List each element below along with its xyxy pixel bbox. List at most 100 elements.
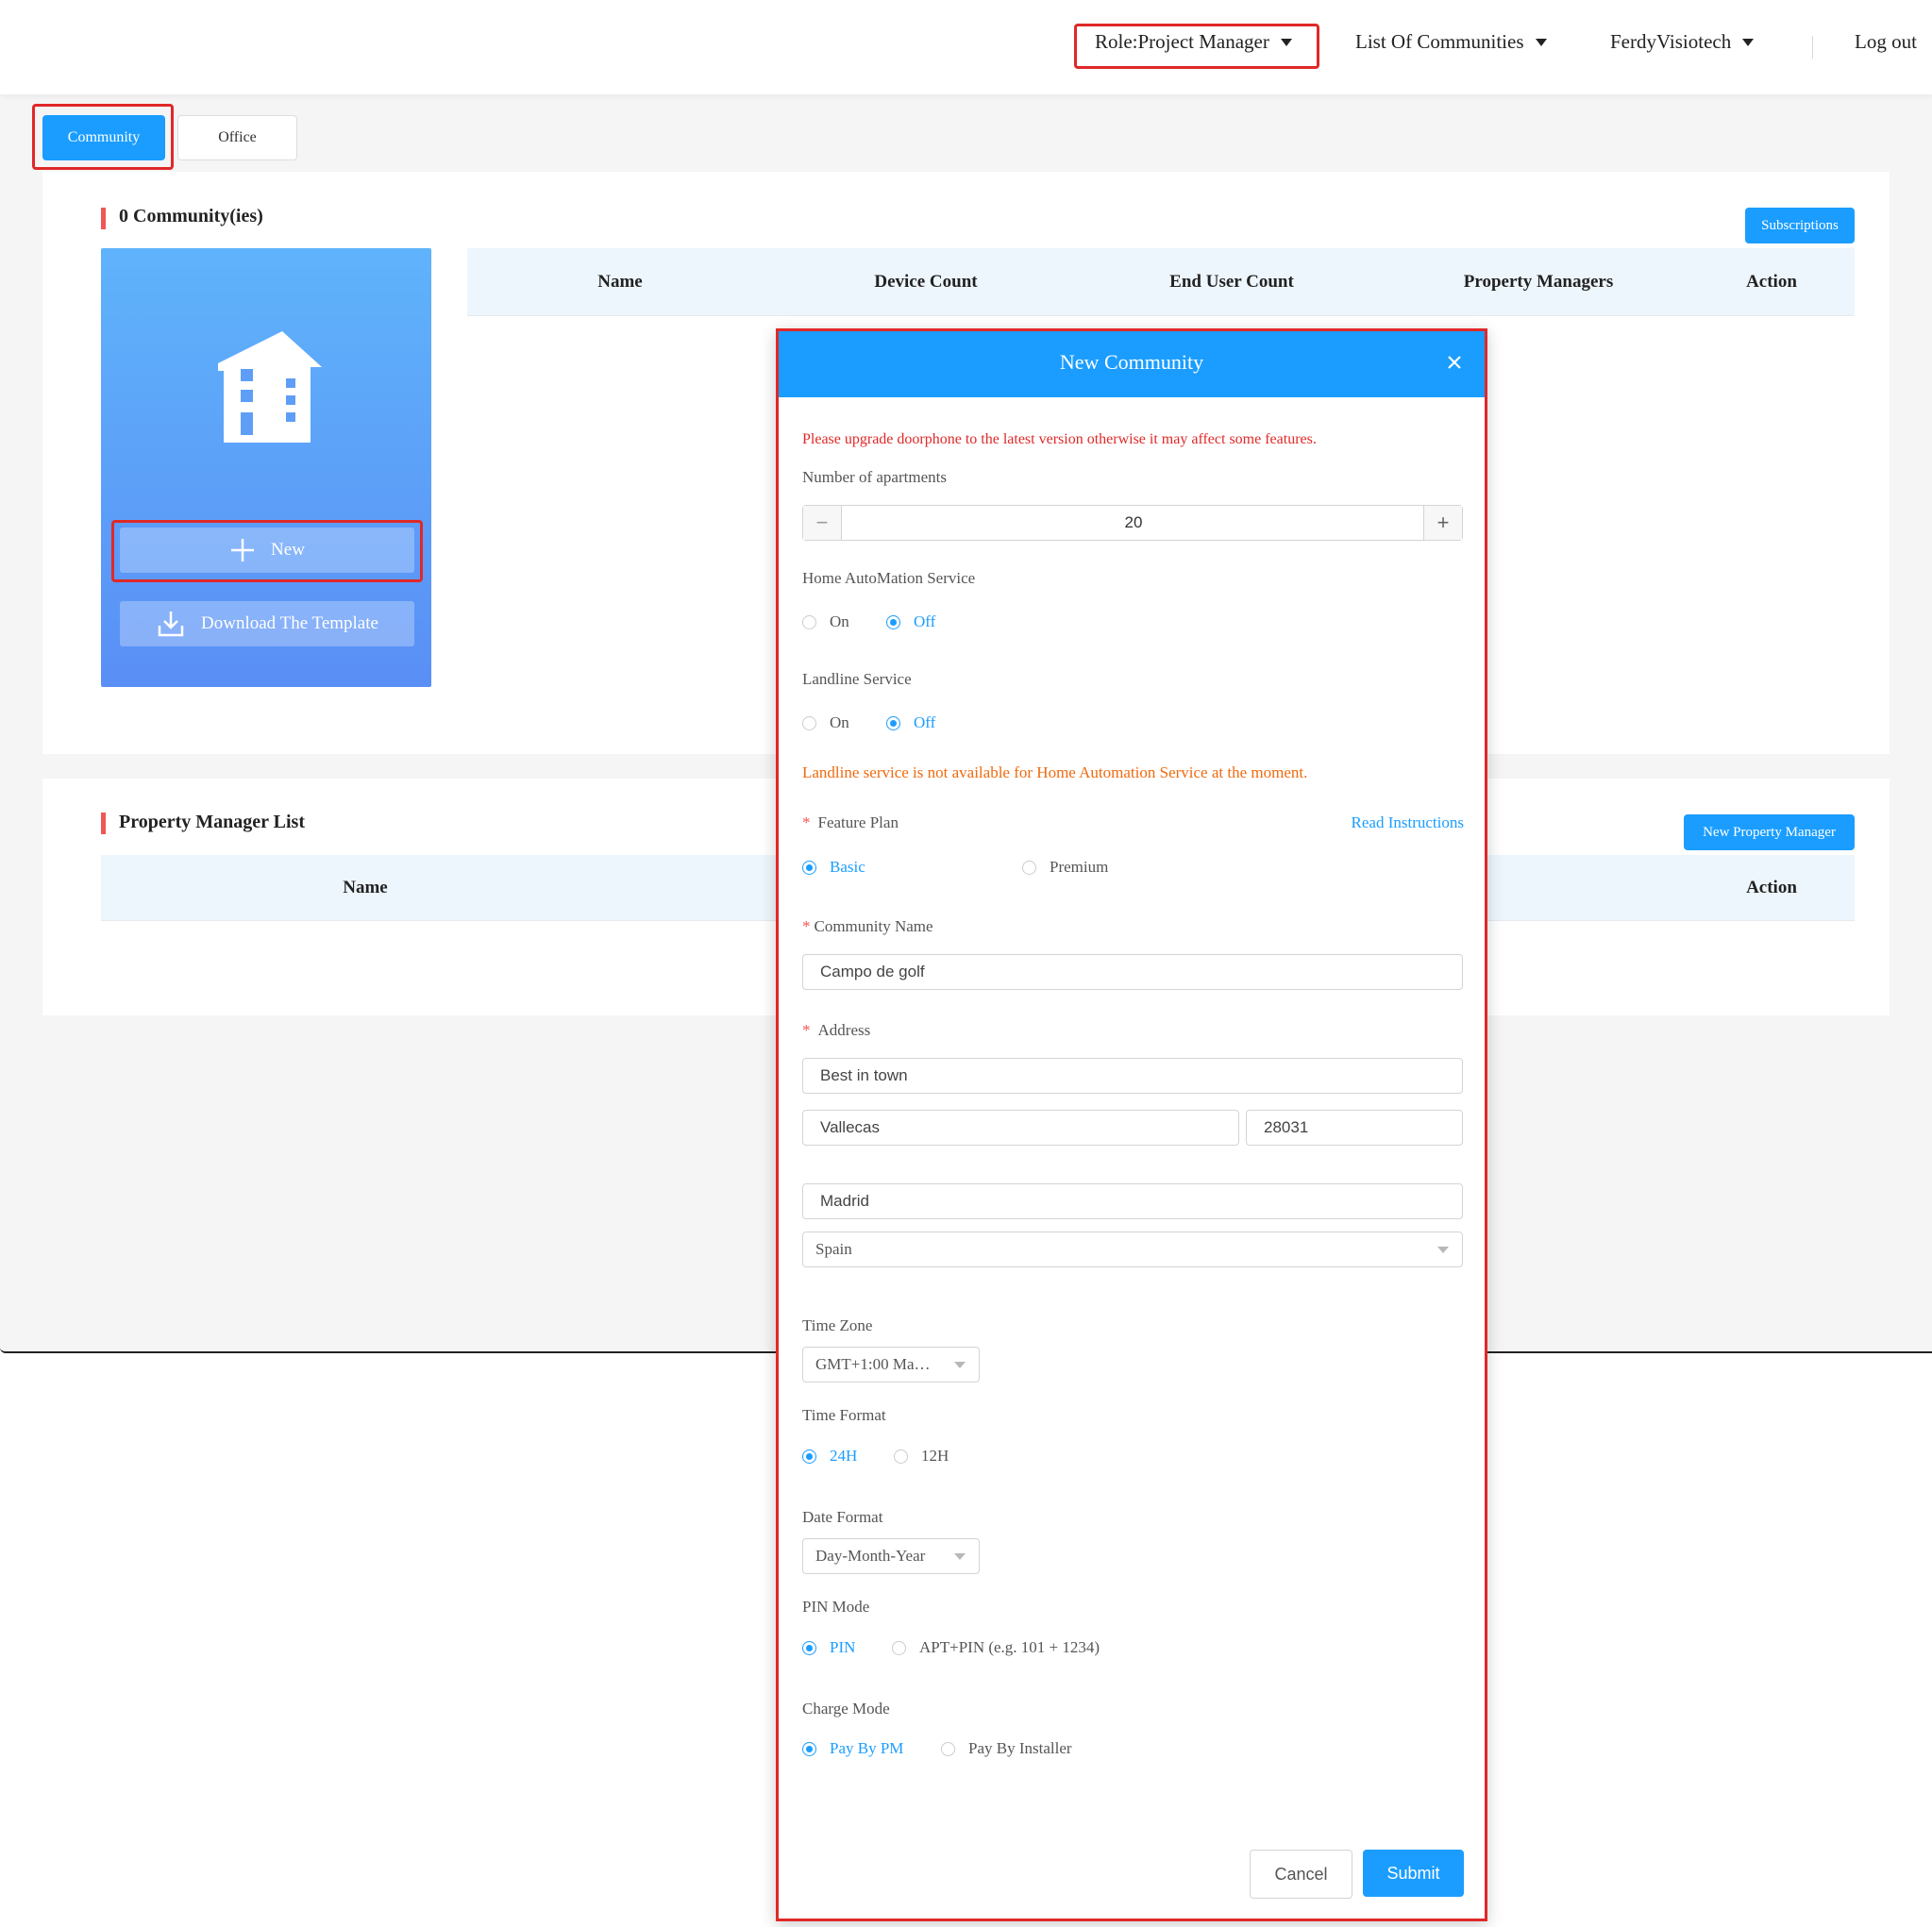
radio-circle (894, 1449, 908, 1464)
download-template-button[interactable]: Download The Template (120, 601, 414, 646)
new-community-card: New Download The Template (101, 248, 431, 687)
address-label: * Address (802, 1021, 870, 1040)
pin-mode-label: PIN Mode (802, 1598, 870, 1616)
tab-community[interactable]: Community (42, 115, 165, 160)
apartments-label: Number of apartments (802, 468, 947, 486)
cancel-button[interactable]: Cancel (1250, 1850, 1352, 1899)
download-button-label: Download The Template (201, 613, 378, 633)
address-text: Address (817, 1021, 871, 1039)
radio-label: PIN (830, 1638, 856, 1656)
plus-icon[interactable]: + (1423, 506, 1462, 540)
communities-dropdown[interactable]: List Of Communities (1355, 30, 1547, 54)
radio-circle (802, 1640, 816, 1655)
subscriptions-button[interactable]: Subscriptions (1745, 208, 1855, 243)
city-input[interactable] (802, 1110, 1239, 1146)
chevron-down-icon (1437, 1247, 1449, 1253)
radio-circle (802, 1741, 816, 1756)
radio-label: Pay By Installer (968, 1739, 1072, 1757)
chevron-down-icon (954, 1362, 966, 1368)
column-name: Name (597, 271, 643, 292)
radio-label: 24H (830, 1447, 858, 1465)
column-action: Action (1746, 877, 1797, 897)
divider (1812, 36, 1813, 59)
radio-label: On (830, 612, 849, 630)
modal-title: New Community (1059, 350, 1204, 374)
logout-link[interactable]: Log out (1855, 30, 1917, 54)
modal-header: New Community (779, 331, 1485, 397)
column-end-user-count: End User Count (1169, 271, 1294, 292)
radio-circle (892, 1640, 906, 1655)
caret-down-icon (1535, 38, 1547, 46)
home-automation-on-radio[interactable]: On (802, 612, 849, 631)
column-name: Name (343, 877, 388, 897)
timezone-label: Time Zone (802, 1316, 873, 1334)
landline-on-radio[interactable]: On (802, 713, 849, 732)
role-label: Role:Project Manager (1095, 30, 1269, 53)
radio-label: Off (914, 713, 936, 731)
timezone-value: GMT+1:00 Ma… (815, 1355, 931, 1373)
pin-mode-pin-radio[interactable]: PIN (802, 1638, 855, 1657)
new-property-manager-button[interactable]: New Property Manager (1684, 814, 1855, 850)
home-automation-off-radio[interactable]: Off (886, 612, 935, 631)
community-name-input[interactable] (802, 954, 1463, 990)
radio-circle (1022, 860, 1036, 875)
apartments-stepper: − 20 + (802, 505, 1463, 541)
tab-office[interactable]: Office (177, 115, 297, 160)
caret-down-icon (1742, 38, 1755, 46)
landline-note: Landline service is not available for Ho… (802, 763, 1308, 781)
building-icon (218, 331, 322, 443)
upgrade-warning: Please upgrade doorphone to the latest v… (802, 431, 1317, 447)
community-count-title: 0 Community(ies) (119, 206, 263, 226)
communities-label: List Of Communities (1355, 30, 1524, 53)
radio-circle (886, 715, 900, 730)
landline-label: Landline Service (802, 670, 912, 688)
plan-basic-radio[interactable]: Basic (802, 858, 865, 877)
radio-label: Off (914, 612, 936, 630)
charge-pay-by-installer-radio[interactable]: Pay By Installer (941, 1739, 1072, 1758)
required-mark: * (802, 917, 811, 935)
timezone-select[interactable]: GMT+1:00 Ma… (802, 1347, 980, 1382)
new-community-button[interactable]: New (120, 528, 414, 573)
address-input[interactable] (802, 1058, 1463, 1094)
pin-mode-apt-pin-radio[interactable]: APT+PIN (e.g. 101 + 1234) (892, 1638, 1100, 1657)
country-value: Spain (815, 1240, 852, 1258)
plus-icon (231, 539, 255, 561)
download-icon (158, 612, 184, 637)
date-format-value: Day-Month-Year (815, 1547, 926, 1565)
radio-circle (802, 614, 816, 629)
required-mark: * (802, 1021, 811, 1039)
radio-circle (802, 715, 816, 730)
submit-button[interactable]: Submit (1363, 1850, 1464, 1897)
landline-off-radio[interactable]: Off (886, 713, 935, 732)
radio-circle (802, 860, 816, 875)
country-select[interactable]: Spain (802, 1232, 1463, 1267)
radio-label: APT+PIN (e.g. 101 + 1234) (919, 1638, 1100, 1656)
section-marker (101, 813, 106, 834)
apartments-value[interactable]: 20 (841, 506, 1426, 540)
community-name-label: * Community Name (802, 917, 933, 936)
region-input[interactable] (802, 1183, 1463, 1219)
read-instructions-link[interactable]: Read Instructions (1352, 813, 1464, 832)
user-label: FerdyVisiotech (1610, 30, 1732, 53)
radio-label: Pay By PM (830, 1739, 904, 1757)
user-dropdown[interactable]: FerdyVisiotech (1610, 30, 1755, 54)
community-name-text: Community Name (814, 917, 933, 935)
minus-icon[interactable]: − (803, 506, 842, 540)
chevron-down-icon (954, 1553, 966, 1560)
time-format-24h-radio[interactable]: 24H (802, 1447, 857, 1466)
column-property-managers: Property Managers (1463, 271, 1614, 292)
role-dropdown[interactable]: Role:Project Manager (1095, 30, 1292, 54)
postal-code-input[interactable] (1246, 1110, 1463, 1146)
feature-plan-label: * Feature Plan (802, 813, 899, 832)
plan-premium-radio[interactable]: Premium (1022, 858, 1108, 877)
new-button-label: New (271, 540, 305, 560)
charge-pay-by-pm-radio[interactable]: Pay By PM (802, 1739, 903, 1758)
time-format-12h-radio[interactable]: 12H (894, 1447, 949, 1466)
pm-list-title: Property Manager List (119, 812, 306, 832)
column-action: Action (1746, 271, 1797, 292)
date-format-select[interactable]: Day-Month-Year (802, 1538, 980, 1574)
section-marker (101, 208, 106, 229)
home-automation-label: Home AutoMation Service (802, 569, 976, 587)
new-community-modal: New Community Please upgrade doorphone t… (776, 328, 1487, 1921)
close-icon[interactable] (1443, 351, 1466, 374)
